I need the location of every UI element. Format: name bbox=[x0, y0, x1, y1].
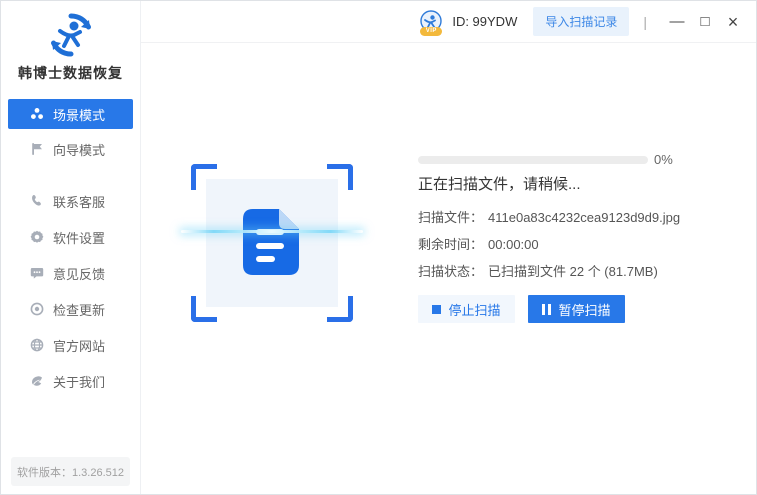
close-button[interactable]: × bbox=[723, 10, 743, 34]
sidebar-item-settings[interactable]: 软件设置 bbox=[1, 219, 140, 255]
flag-icon bbox=[30, 142, 44, 156]
remaining-time-label: 剩余时间： bbox=[418, 237, 483, 252]
scan-corner-bracket bbox=[327, 296, 353, 322]
phone-icon bbox=[30, 194, 44, 208]
sidebar-item-official-website[interactable]: 官方网站 bbox=[1, 327, 140, 363]
progress-bar bbox=[418, 156, 648, 164]
sidebar-item-feedback[interactable]: 意见反馈 bbox=[1, 255, 140, 291]
scan-line bbox=[181, 230, 363, 233]
sidebar-item-about-us[interactable]: 关于我们 bbox=[1, 363, 140, 399]
scan-status-title: 正在扫描文件，请稍候... bbox=[418, 173, 581, 194]
document-file-icon bbox=[243, 209, 299, 275]
sidebar-item-label: 关于我们 bbox=[53, 372, 105, 391]
stop-scan-label: 停止扫描 bbox=[448, 300, 500, 319]
vip-label: VIP bbox=[420, 27, 442, 36]
sidebar: 韩博士数据恢复 场景模式 bbox=[1, 1, 141, 494]
feedback-icon bbox=[30, 266, 44, 280]
scan-file-row: 扫描文件： 411e0a83c4232cea9123d9d9.jpg bbox=[418, 207, 680, 226]
sidebar-item-label: 意见反馈 bbox=[53, 264, 105, 283]
sidebar-item-label: 向导模式 bbox=[53, 140, 105, 159]
sidebar-item-label: 官方网站 bbox=[53, 336, 105, 355]
software-version: 软件版本：1.3.26.512 bbox=[11, 457, 130, 486]
pause-icon bbox=[542, 304, 551, 315]
progress-bar-row: 0% bbox=[418, 152, 673, 167]
scenes-icon bbox=[30, 107, 44, 121]
title-bar: VIP ID: 99YDW 导入扫描记录 | — □ × bbox=[141, 1, 757, 43]
scan-corner-bracket bbox=[191, 164, 217, 190]
app-name: 韩博士数据恢复 bbox=[1, 63, 140, 83]
remaining-time-row: 剩余时间： 00:00:00 bbox=[418, 234, 539, 253]
pause-scan-button[interactable]: 暂停扫描 bbox=[528, 295, 625, 323]
scan-state-row: 扫描状态： 已扫描到文件 22 个 (81.7MB) bbox=[418, 261, 658, 280]
app-logo-icon bbox=[45, 9, 97, 61]
sidebar-item-check-updates[interactable]: 检查更新 bbox=[1, 291, 140, 327]
scan-animation-area bbox=[191, 164, 353, 322]
sidebar-item-label: 软件设置 bbox=[53, 228, 105, 247]
update-icon bbox=[30, 302, 44, 316]
scan-corner-bracket bbox=[191, 296, 217, 322]
user-id-label: ID: 99YDW bbox=[452, 14, 517, 29]
header-divider: | bbox=[643, 14, 647, 30]
sidebar-item-scene-mode[interactable]: 场景模式 bbox=[8, 99, 133, 129]
scan-state-value: 已扫描到文件 22 个 (81.7MB) bbox=[488, 264, 658, 279]
vip-badge-icon: VIP bbox=[418, 9, 444, 35]
remaining-time-value: 00:00:00 bbox=[488, 237, 539, 252]
app-window: 韩博士数据恢复 场景模式 bbox=[0, 0, 757, 495]
pause-scan-label: 暂停扫描 bbox=[558, 300, 610, 319]
scan-file-label: 扫描文件： bbox=[418, 210, 483, 225]
gear-icon bbox=[30, 230, 44, 244]
minimize-button[interactable]: — bbox=[667, 10, 687, 34]
scan-corner-bracket bbox=[327, 164, 353, 190]
stop-scan-button[interactable]: 停止扫描 bbox=[418, 295, 515, 323]
progress-percent: 0% bbox=[654, 152, 673, 167]
maximize-button[interactable]: □ bbox=[695, 10, 715, 34]
scan-state-label: 扫描状态： bbox=[418, 264, 483, 279]
sidebar-item-label: 检查更新 bbox=[53, 300, 105, 319]
sidebar-item-contact-support[interactable]: 联系客服 bbox=[1, 183, 140, 219]
import-scan-records-button[interactable]: 导入扫描记录 bbox=[533, 7, 629, 36]
about-icon bbox=[30, 374, 44, 388]
sidebar-item-label: 场景模式 bbox=[53, 105, 105, 124]
stop-icon bbox=[432, 305, 441, 314]
scan-file-value: 411e0a83c4232cea9123d9d9.jpg bbox=[488, 210, 680, 225]
globe-icon bbox=[30, 338, 44, 352]
sidebar-item-wizard-mode[interactable]: 向导模式 bbox=[1, 131, 140, 167]
sidebar-item-label: 联系客服 bbox=[53, 192, 105, 211]
